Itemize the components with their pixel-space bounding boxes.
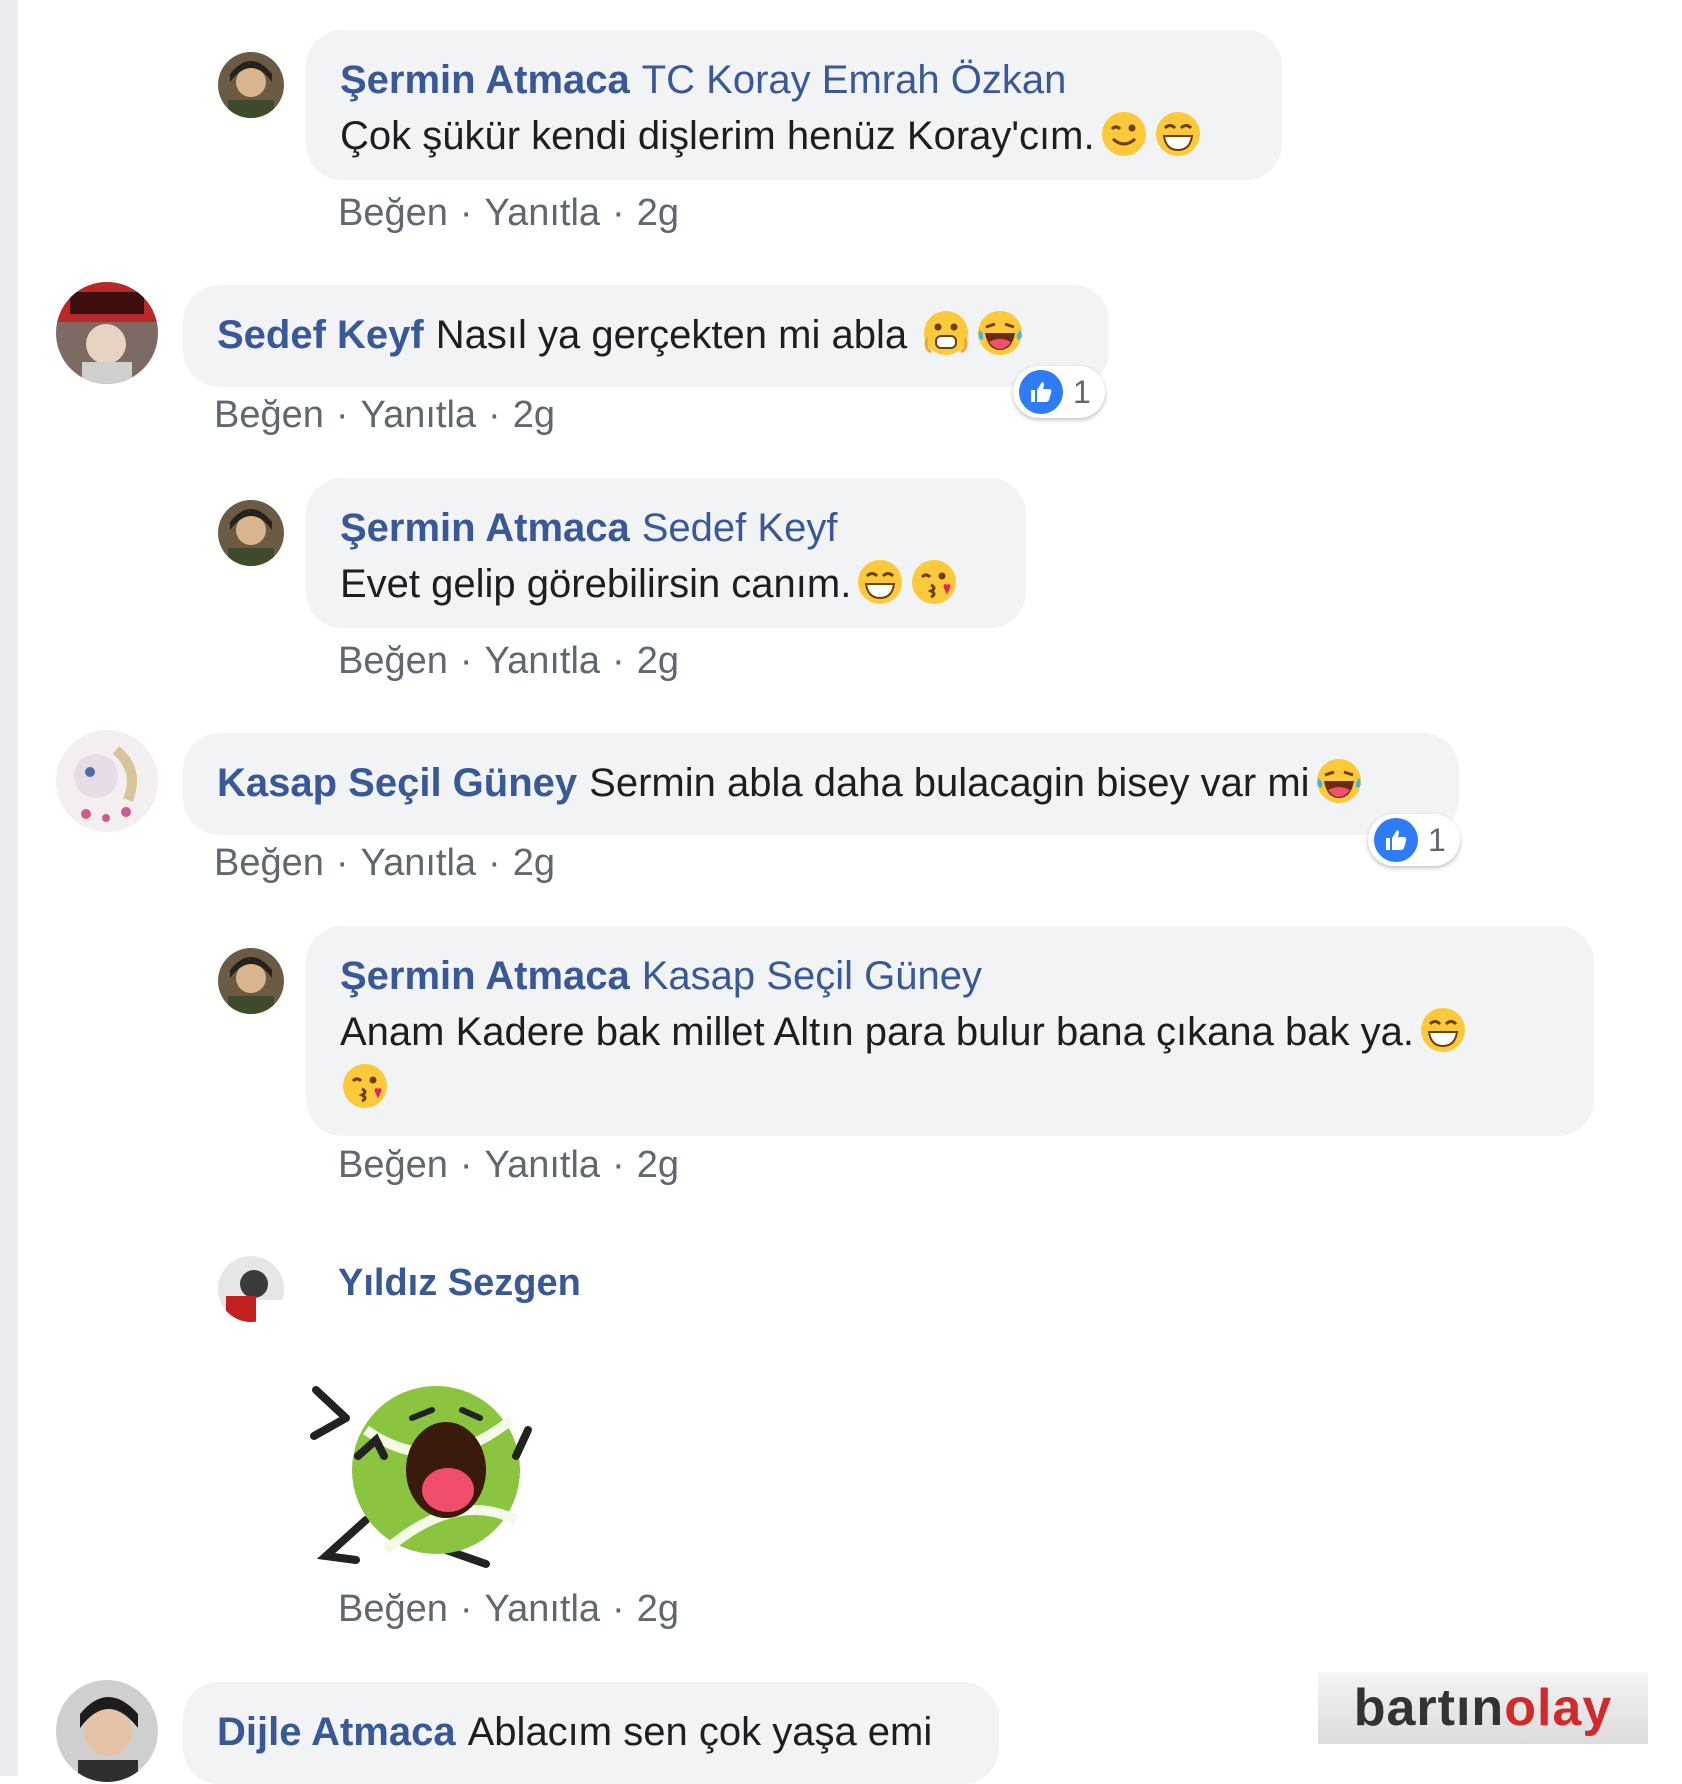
like-link[interactable]: Beğen [338,1588,448,1631]
reaction-count-value: 1 [1073,373,1091,410]
reaction-count[interactable]: 1 [1368,814,1460,866]
wink-emoji [1099,109,1149,159]
comment-time[interactable]: 2g [637,1144,679,1187]
laughing-tears-emoji [975,308,1025,358]
comment-author[interactable]: Şermin Atmaca [340,58,630,102]
left-rail [0,0,18,1776]
reply-link[interactable]: Yanıtla [361,842,476,885]
avatar[interactable] [56,730,158,832]
comment-author[interactable]: Kasap Seçil Güney [217,761,577,805]
mention-link[interactable]: Sedef Keyf [642,506,838,550]
watermark-part1: bartın [1353,1679,1505,1737]
comment-time[interactable]: 2g [513,394,555,437]
shocked-emoji [921,308,971,358]
like-link[interactable]: Beğen [338,640,448,683]
reply-link[interactable]: Yanıtla [361,394,476,437]
comment-actions: Beğen · Yanıtla · 2g [214,842,555,885]
laughing-tennis-ball-sticker [306,1360,556,1570]
comment-time[interactable]: 2g [637,1588,679,1631]
comment-text: Anam Kadere bak millet Altın para bulur … [340,1010,1414,1054]
comment-bubble: Şermin Atmaca Kasap Seçil Güney Anam Kade… [306,926,1594,1136]
watermark-logo: bartın olay [1318,1672,1648,1744]
avatar[interactable] [56,1680,158,1782]
mention-link[interactable]: TC Koray Emrah Özkan [642,58,1067,102]
comment-bubble: Kasap Seçil Güney Sermin abla daha bulaca… [183,733,1459,835]
kiss-emoji [340,1061,390,1111]
comment-author[interactable]: Yıldız Sezgen [338,1262,581,1305]
comment-bubble: Dijle Atmaca Ablacım sen çok yaşa emi [183,1682,999,1784]
comment-author[interactable]: Şermin Atmaca [340,506,630,550]
like-icon [1019,370,1063,414]
avatar[interactable] [218,500,284,566]
laughing-tears-emoji [1314,756,1364,806]
comment-bubble: Sedef Keyf Nasıl ya gerçekten mi abla [183,285,1109,387]
avatar[interactable] [218,1256,284,1322]
sticker-author-row: Yıldız Sezgen [338,1262,593,1305]
reply-link[interactable]: Yanıtla [485,1144,600,1187]
comment-actions: Beğen · Yanıtla · 2g [338,640,679,683]
mention-link[interactable]: Kasap Seçil Güney [642,954,982,998]
comment-author[interactable]: Şermin Atmaca [340,954,630,998]
comment-feed: Şermin Atmaca TC Koray Emrah Özkan Çok şü… [18,0,1682,1784]
comment-text: Çok şükür kendi dişlerim henüz Koray'cım… [340,114,1095,158]
comment-bubble: Şermin Atmaca Sedef Keyf Evet gelip göreb… [306,478,1026,628]
comment-time[interactable]: 2g [637,192,679,235]
comment-text: Evet gelip görebilirsin canım. [340,562,852,606]
comment-text: Sermin abla daha bulacagin bisey var mi [589,761,1310,805]
comment-text: Ablacım sen çok yaşa emi [467,1710,933,1754]
avatar[interactable] [218,948,284,1014]
comment-actions: Beğen · Yanıtla · 2g [338,192,679,235]
reply-link[interactable]: Yanıtla [485,1588,600,1631]
comment-author[interactable]: Dijle Atmaca [217,1710,456,1754]
comment-time[interactable]: 2g [513,842,555,885]
like-icon [1374,818,1418,862]
like-link[interactable]: Beğen [214,842,324,885]
comment-actions: Beğen · Yanıtla · 2g [338,1588,679,1631]
like-link[interactable]: Beğen [338,1144,448,1187]
watermark-part2: olay [1504,1679,1613,1737]
kiss-emoji [909,557,959,607]
reply-link[interactable]: Yanıtla [485,640,600,683]
reaction-count-value: 1 [1428,821,1446,858]
reaction-count[interactable]: 1 [1013,366,1105,418]
comment-author[interactable]: Sedef Keyf [217,313,424,357]
like-link[interactable]: Beğen [338,192,448,235]
comment-actions: Beğen · Yanıtla · 2g [214,394,555,437]
avatar[interactable] [218,52,284,118]
comment-text: Nasıl ya gerçekten mi abla [435,313,908,357]
comment-bubble: Şermin Atmaca TC Koray Emrah Özkan Çok şü… [306,30,1282,180]
comment-time[interactable]: 2g [637,640,679,683]
comment-actions: Beğen · Yanıtla · 2g [338,1144,679,1187]
like-link[interactable]: Beğen [214,394,324,437]
reply-link[interactable]: Yanıtla [485,192,600,235]
grin-emoji [855,557,905,607]
avatar[interactable] [56,282,158,384]
grin-emoji [1153,109,1203,159]
grin-emoji [1418,1005,1468,1055]
